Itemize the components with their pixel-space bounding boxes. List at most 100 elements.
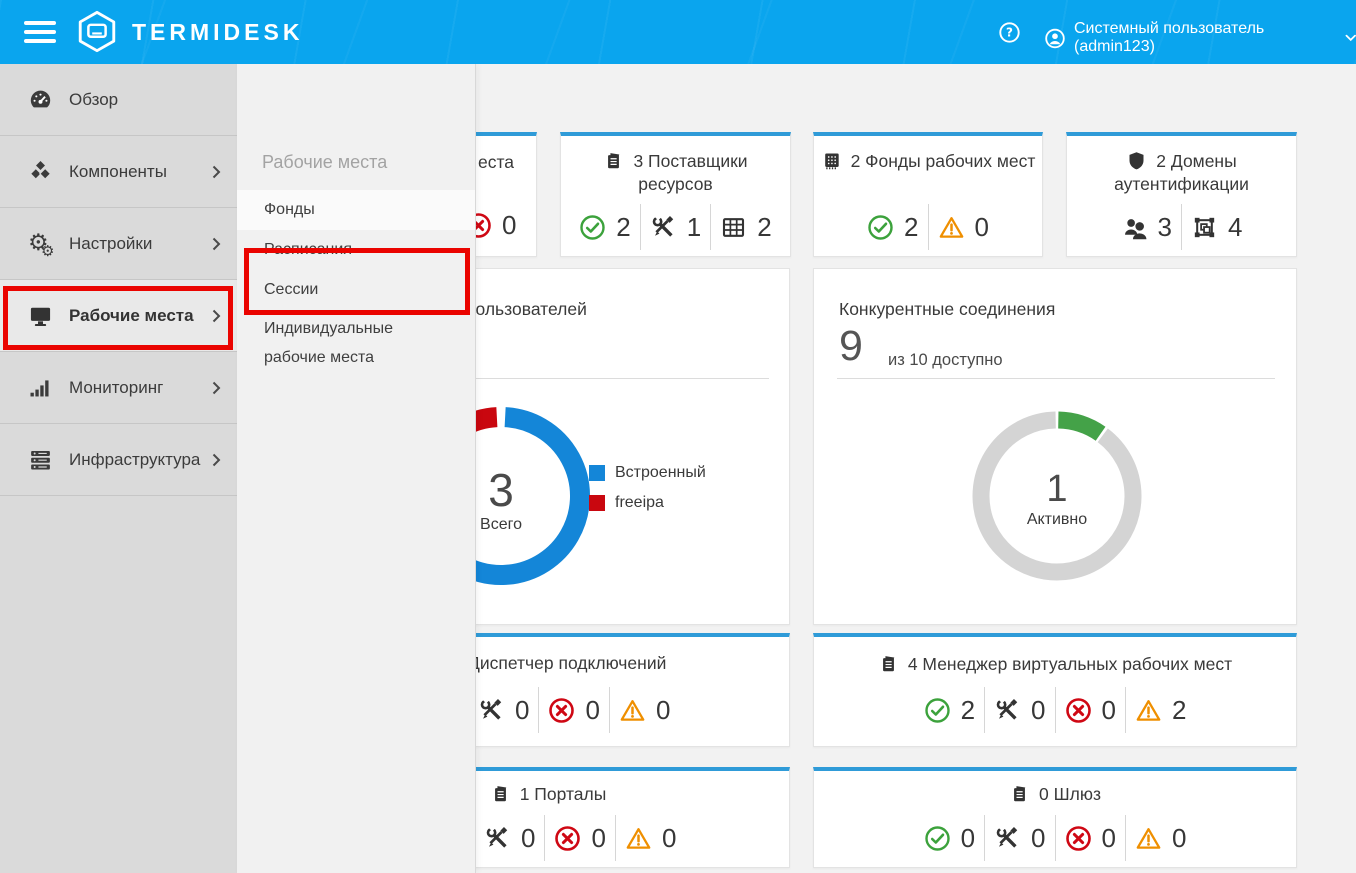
error-circle-icon (1065, 825, 1092, 852)
stat-errors: 0 (544, 815, 614, 861)
hamburger-menu-icon[interactable] (24, 21, 56, 43)
stat-groups: 4 (1181, 204, 1251, 250)
warning-icon (938, 214, 965, 241)
legend-item: Встроенный (589, 461, 706, 485)
stat-errors: 0 (1055, 815, 1125, 861)
connections-donut-chart (957, 396, 1157, 596)
warning-icon (1135, 697, 1162, 724)
stat-templates: 2 (710, 204, 780, 250)
monitor-icon (28, 303, 53, 328)
stack-icon (603, 150, 624, 171)
card-vdi-manager: 4 Менеджер виртуальных рабочих мест 2 0 … (813, 633, 1297, 747)
chevron-right-icon (212, 309, 221, 323)
users-icon (1121, 214, 1148, 241)
brand-title: TERMIDESK (132, 19, 303, 46)
stat-warnings: 2 (1125, 687, 1195, 733)
chart-title: Конкурентные соединения (839, 299, 1055, 320)
card-stats: 3 4 (1067, 204, 1296, 250)
sidebar-item-infrastructure[interactable]: Инфраструктура (0, 424, 237, 496)
warning-icon (625, 825, 652, 852)
card-gateway: 0 Шлюз 0 0 0 0 (813, 767, 1297, 868)
stat-warnings: 0 (928, 204, 998, 250)
card-stats: 2 1 2 (561, 204, 790, 250)
termidesk-logo-icon[interactable] (74, 9, 120, 55)
stat-maintenance: 0 (469, 687, 538, 733)
card-title: 3 Поставщики ресурсов (561, 150, 790, 197)
tools-icon (994, 825, 1021, 852)
available-count: 9 (839, 322, 863, 371)
sidebar-item-overview[interactable]: Обзор (0, 64, 237, 136)
submenu-item-individual-workplaces[interactable]: Индивидуальные рабочие места (237, 310, 475, 372)
card-title-partial: еста (478, 152, 514, 173)
card-stats: 0 0 0 (469, 687, 679, 733)
submenu-item-sessions[interactable]: Сессии (237, 270, 475, 310)
help-icon[interactable] (998, 21, 1021, 44)
stat-users: 3 (1112, 204, 1181, 250)
card-auth-domains: 2 Домены аутентификации 3 4 (1066, 132, 1297, 257)
card-title: 4 Менеджер виртуальных рабочих мест (814, 653, 1296, 676)
chevron-right-icon (212, 453, 221, 467)
top-bar: TERMIDESK Системный пользователь (admin1… (0, 0, 1356, 64)
card-stats: 2 0 (814, 204, 1042, 250)
stat-ok: 2 (570, 204, 639, 250)
user-menu-label: Системный пользователь (admin123) (1074, 20, 1338, 56)
card-stats: 0 0 0 (475, 815, 685, 861)
stat-warnings: 0 (615, 815, 685, 861)
sidebar-item-components[interactable]: Компоненты (0, 136, 237, 208)
chart-legend: Встроенный freeipa (589, 461, 706, 521)
stack-icon (490, 783, 511, 804)
stack-icon (1009, 783, 1030, 804)
card-stats: 2 0 0 2 (814, 687, 1296, 733)
card-title: 2 Фонды рабочих мест (814, 150, 1042, 173)
card-title: 0 Шлюз (814, 783, 1296, 806)
legend-swatch (589, 465, 605, 481)
check-circle-icon (924, 825, 951, 852)
stat-errors: 0 (538, 687, 608, 733)
sidebar-item-workplaces[interactable]: Рабочие места (0, 280, 237, 352)
frame-group-icon (1191, 214, 1218, 241)
card-resource-providers: 3 Поставщики ресурсов 2 1 2 (560, 132, 791, 257)
shield-icon (1126, 150, 1147, 171)
check-circle-icon (924, 697, 951, 724)
card-concurrent-connections: Конкурентные соединения 9 из 10 доступно… (813, 268, 1297, 625)
sidebar-item-monitoring[interactable]: Мониторинг (0, 352, 237, 424)
tools-icon (484, 825, 511, 852)
stat-errors: 0 (1055, 687, 1125, 733)
stat-ok: 2 (858, 204, 927, 250)
tools-icon (994, 697, 1021, 724)
chevron-right-icon (212, 237, 221, 251)
settings-gear-icon: ⚙⚙ (28, 231, 53, 256)
available-label: из 10 доступно (888, 351, 1003, 370)
submenu-item-pools[interactable]: Фонды (237, 190, 475, 230)
legend-item: freeipa (589, 491, 706, 515)
server-stack-icon (28, 447, 53, 472)
chevron-right-icon (212, 381, 221, 395)
sidebar-item-settings[interactable]: ⚙⚙ Настройки (0, 208, 237, 280)
dashboard-icon (28, 87, 53, 112)
submenu-item-schedules[interactable]: Расписания (237, 230, 475, 270)
warning-icon (1135, 825, 1162, 852)
stat-maintenance: 1 (640, 204, 710, 250)
stat-ok: 0 (915, 815, 984, 861)
table-icon (720, 214, 747, 241)
check-circle-icon (867, 214, 894, 241)
card-title-partial: Диспетчер подключений (468, 653, 666, 674)
user-menu[interactable]: Системный пользователь (admin123) (1044, 20, 1356, 56)
stat-warnings: 0 (609, 687, 679, 733)
tools-icon (478, 697, 505, 724)
card-workplace-pools: 2 Фонды рабочих мест 2 0 (813, 132, 1043, 257)
error-circle-icon (548, 697, 575, 724)
error-circle-icon (1065, 697, 1092, 724)
chip-icon (821, 150, 842, 171)
stat-maintenance: 0 (984, 815, 1054, 861)
check-circle-icon (579, 214, 606, 241)
submenu-title: Рабочие места (262, 152, 387, 173)
divider (837, 378, 1275, 379)
chevron-down-icon (1345, 34, 1356, 42)
stat-ok: 2 (915, 687, 984, 733)
error-circle-icon (554, 825, 581, 852)
chart-title-partial: пользователей (466, 299, 587, 320)
stat-warnings: 0 (1125, 815, 1195, 861)
components-cubes-icon (28, 159, 53, 184)
workplaces-submenu: Рабочие места Фонды Расписания Сессии Ин… (237, 64, 476, 873)
